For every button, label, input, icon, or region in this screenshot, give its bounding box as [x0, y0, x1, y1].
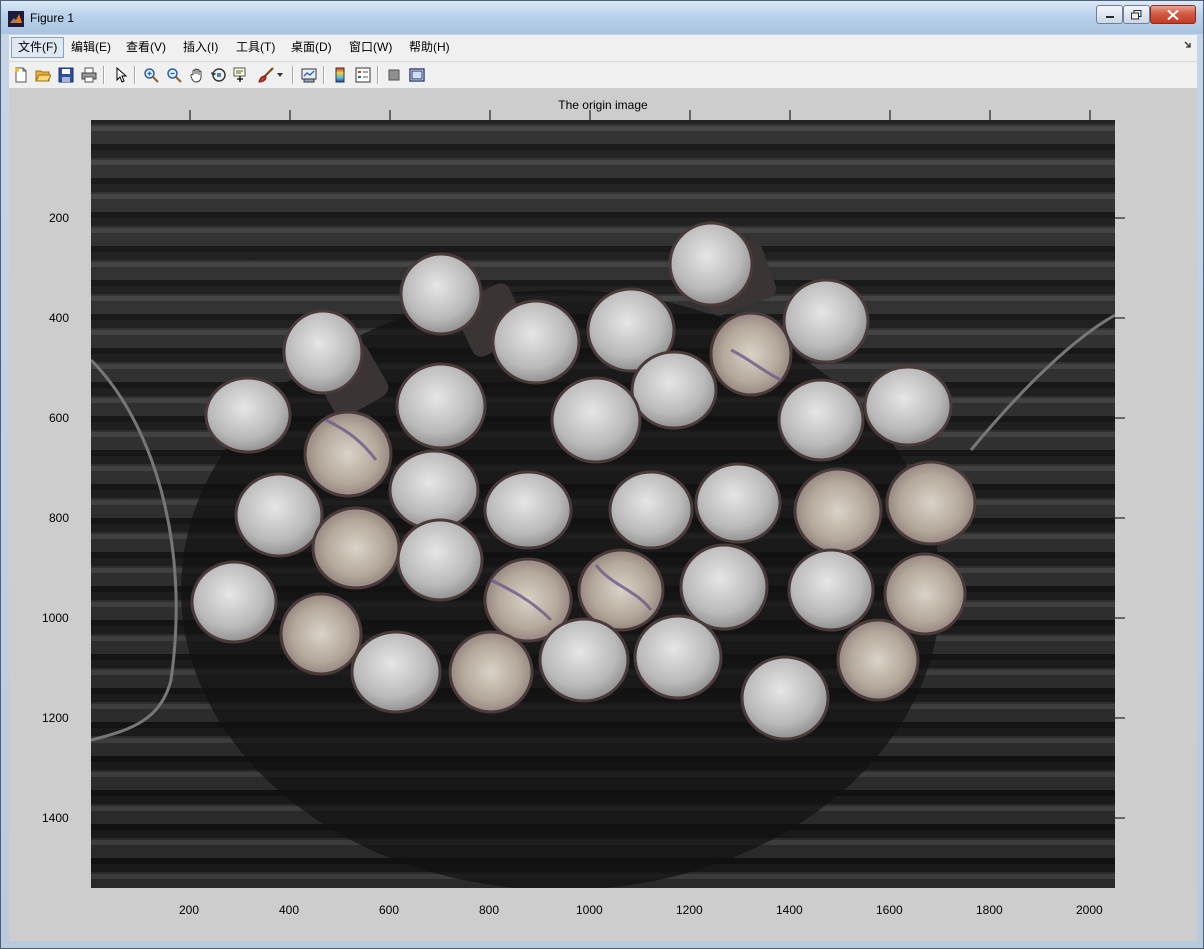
pan-button[interactable] [187, 65, 207, 85]
y-tick-label: 800 [49, 511, 70, 525]
y-tick-label: 1400 [42, 811, 69, 825]
x-tick-label: 1000 [576, 903, 603, 917]
zoom-in-icon [144, 68, 159, 83]
y-tick-label: 400 [49, 311, 70, 325]
zoom-in-button[interactable] [141, 65, 161, 85]
zoom-out-icon [167, 68, 182, 83]
brush-dropdown-button[interactable] [275, 65, 285, 85]
image-axes[interactable] [91, 120, 1115, 888]
data-cursor-button[interactable] [231, 65, 251, 85]
dock-arrow-icon[interactable] [1183, 40, 1193, 50]
matlab-logo-icon [8, 11, 24, 27]
x-tick-label: 1400 [776, 903, 803, 917]
save-button[interactable] [56, 65, 76, 85]
show-plot-tools-button[interactable] [407, 65, 427, 85]
brush-dropdown-icon [277, 73, 283, 77]
hide-plot-tools-icon [388, 69, 400, 81]
y-ticks-right [1115, 217, 1125, 819]
brush-icon [258, 67, 274, 83]
menu-edit[interactable]: 编辑(E) [65, 37, 117, 58]
x-tick-label: 1200 [676, 903, 703, 917]
menu-window[interactable]: 窗口(W) [343, 37, 398, 58]
figure-toolbar [9, 62, 1197, 89]
minimize-icon [1105, 15, 1114, 18]
window-bottom-edge [9, 941, 1197, 943]
x-ticks-top [189, 110, 1091, 120]
toolbar-separator [103, 66, 105, 84]
menu-file[interactable]: 文件(F) [11, 37, 65, 58]
y-tick-label: 1000 [42, 611, 69, 625]
new-figure-button[interactable] [11, 65, 31, 85]
x-tick-label: 1800 [976, 903, 1003, 917]
figure-window: Figure 1 文件(F) 编辑(E) 查看(V) 插入(I) 工具(T) 桌… [0, 0, 1204, 949]
open-file-icon [35, 70, 51, 82]
print-button[interactable] [79, 65, 99, 85]
open-file-button[interactable] [33, 65, 53, 85]
link-plot-icon [301, 68, 317, 83]
restore-button[interactable] [1123, 5, 1150, 24]
x-tick-label: 400 [279, 903, 300, 917]
rotate-3d-button[interactable] [209, 65, 229, 85]
y-tick-label: 200 [49, 211, 70, 225]
menu-insert[interactable]: 插入(I) [177, 37, 224, 58]
toolbar-separator [134, 66, 136, 84]
x-tick-label: 800 [479, 903, 500, 917]
zoom-out-button[interactable] [164, 65, 184, 85]
restore-icon [1131, 9, 1142, 19]
y-tick-label: 600 [49, 411, 70, 425]
menu-view[interactable]: 查看(V) [120, 37, 172, 58]
new-figure-icon [15, 67, 27, 83]
pan-hand-icon [190, 68, 202, 83]
toolbar-separator [292, 66, 294, 84]
title-bar[interactable]: Figure 1 [1, 1, 1203, 34]
toolbar-separator [323, 66, 325, 84]
save-icon [58, 67, 74, 83]
select-arrow-button[interactable] [111, 65, 131, 85]
legend-icon [355, 67, 371, 83]
select-arrow-icon [116, 67, 128, 83]
show-plot-tools-icon [409, 68, 425, 82]
hide-plot-tools-button[interactable] [384, 65, 404, 85]
minimize-button[interactable] [1096, 5, 1123, 24]
menu-bar: 文件(F) 编辑(E) 查看(V) 插入(I) 工具(T) 桌面(D) 窗口(W… [9, 35, 1197, 62]
colorbar-button[interactable] [330, 65, 350, 85]
x-tick-label: 600 [379, 903, 400, 917]
menu-help[interactable]: 帮助(H) [403, 37, 456, 58]
print-icon [81, 67, 97, 83]
menu-tools[interactable]: 工具(T) [230, 37, 281, 58]
rotate-3d-icon [211, 68, 226, 82]
y-tick-label: 1200 [42, 711, 69, 725]
close-button[interactable] [1150, 5, 1196, 24]
close-icon [1167, 9, 1179, 20]
toolbar-separator [377, 66, 379, 84]
window-title: Figure 1 [30, 11, 75, 25]
x-tick-label: 2000 [1076, 903, 1103, 917]
legend-button[interactable] [353, 65, 373, 85]
link-plot-button[interactable] [299, 65, 319, 85]
colorbar-icon [335, 67, 345, 83]
x-tick-label: 1600 [876, 903, 903, 917]
brush-button[interactable] [256, 65, 276, 85]
x-tick-label: 200 [179, 903, 200, 917]
figure-canvas: The origin image 200 400 600 800 1000 12… [9, 89, 1197, 941]
data-cursor-icon [233, 67, 246, 82]
menu-desktop[interactable]: 桌面(D) [285, 37, 338, 58]
